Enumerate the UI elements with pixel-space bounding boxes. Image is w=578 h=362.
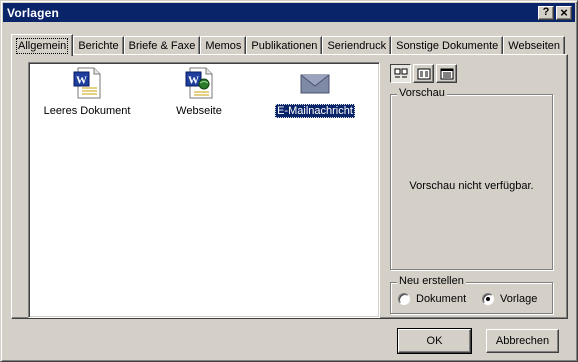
tab-webseiten[interactable]: Webseiten xyxy=(503,36,566,55)
radio-label: Dokument xyxy=(416,293,467,305)
tab-memos[interactable]: Memos xyxy=(200,36,247,55)
window-title: Vorlagen xyxy=(7,5,60,20)
radio-dot xyxy=(486,297,490,301)
radio-label: Vorlage xyxy=(500,293,538,305)
tab-label: Briefe & Faxe xyxy=(128,40,196,52)
list-item-webseite[interactable]: W Webseite xyxy=(149,66,249,118)
word-document-icon: W xyxy=(73,67,101,99)
envelope-icon xyxy=(300,74,330,94)
create-new-legend: Neu erstellen xyxy=(397,275,466,287)
svg-text:W: W xyxy=(188,75,199,87)
tab-publikationen[interactable]: Publikationen xyxy=(246,36,323,55)
dialog-window: Vorlagen ? × Allgemein Berichte Briefe &… xyxy=(0,0,578,362)
radio-circle xyxy=(398,293,410,305)
list-item-e-mailnachricht[interactable]: E-Mailnachricht xyxy=(265,66,365,118)
template-label: Leeres Dokument xyxy=(43,105,131,117)
tab-label: Seriendruck xyxy=(327,40,387,52)
tab-label: Publikationen xyxy=(251,40,318,52)
template-label: E-Mailnachricht xyxy=(275,104,355,118)
close-icon: × xyxy=(560,5,568,20)
template-label: Webseite xyxy=(176,105,222,117)
preview-message: Vorschau nicht verfügbar. xyxy=(409,180,534,192)
details-view-icon xyxy=(440,68,453,79)
preview-legend: Vorschau xyxy=(397,87,447,99)
tab-briefe-faxe[interactable]: Briefe & Faxe xyxy=(123,36,201,55)
radio-dokument[interactable]: Dokument xyxy=(398,293,466,305)
large-icons-icon xyxy=(394,68,407,77)
cancel-button[interactable]: Abbrechen xyxy=(486,329,559,353)
radio-circle xyxy=(482,293,494,305)
tab-label: Webseiten xyxy=(508,40,561,52)
ok-button[interactable]: OK xyxy=(397,328,472,354)
tab-strip: Allgemein Berichte Briefe & Faxe Memos P… xyxy=(11,31,566,56)
svg-text:W: W xyxy=(76,75,87,87)
list-item-leeres-dokument[interactable]: W Leeres Dokument xyxy=(37,66,137,118)
list-view-icon xyxy=(417,68,430,79)
tab-berichte[interactable]: Berichte xyxy=(73,36,124,55)
word-webpage-icon: W xyxy=(185,67,213,99)
tab-label: Berichte xyxy=(78,40,119,52)
preview-group: Vorschau Vorschau nicht verfügbar. xyxy=(390,87,553,270)
view-list-button[interactable] xyxy=(413,64,434,83)
template-list[interactable]: W Leeres Dokument W Webseite E-Mailnachr… xyxy=(28,62,380,318)
tab-sonstige-dokumente[interactable]: Sonstige Dokumente xyxy=(391,36,504,55)
tab-label: Allgemein xyxy=(15,37,69,54)
help-icon: ? xyxy=(542,6,550,18)
view-large-icons-button[interactable] xyxy=(390,64,411,83)
tab-label: Sonstige Dokumente xyxy=(396,40,499,52)
radio-vorlage[interactable]: Vorlage xyxy=(482,293,537,305)
view-details-button[interactable] xyxy=(436,64,457,83)
close-button[interactable]: × xyxy=(556,5,572,20)
tab-seriendruck[interactable]: Seriendruck xyxy=(322,36,392,55)
help-button[interactable]: ? xyxy=(538,5,554,20)
tab-label: Memos xyxy=(205,40,242,52)
title-bar[interactable]: Vorlagen ? × xyxy=(3,3,575,22)
tab-allgemein[interactable]: Allgemein xyxy=(11,34,74,56)
